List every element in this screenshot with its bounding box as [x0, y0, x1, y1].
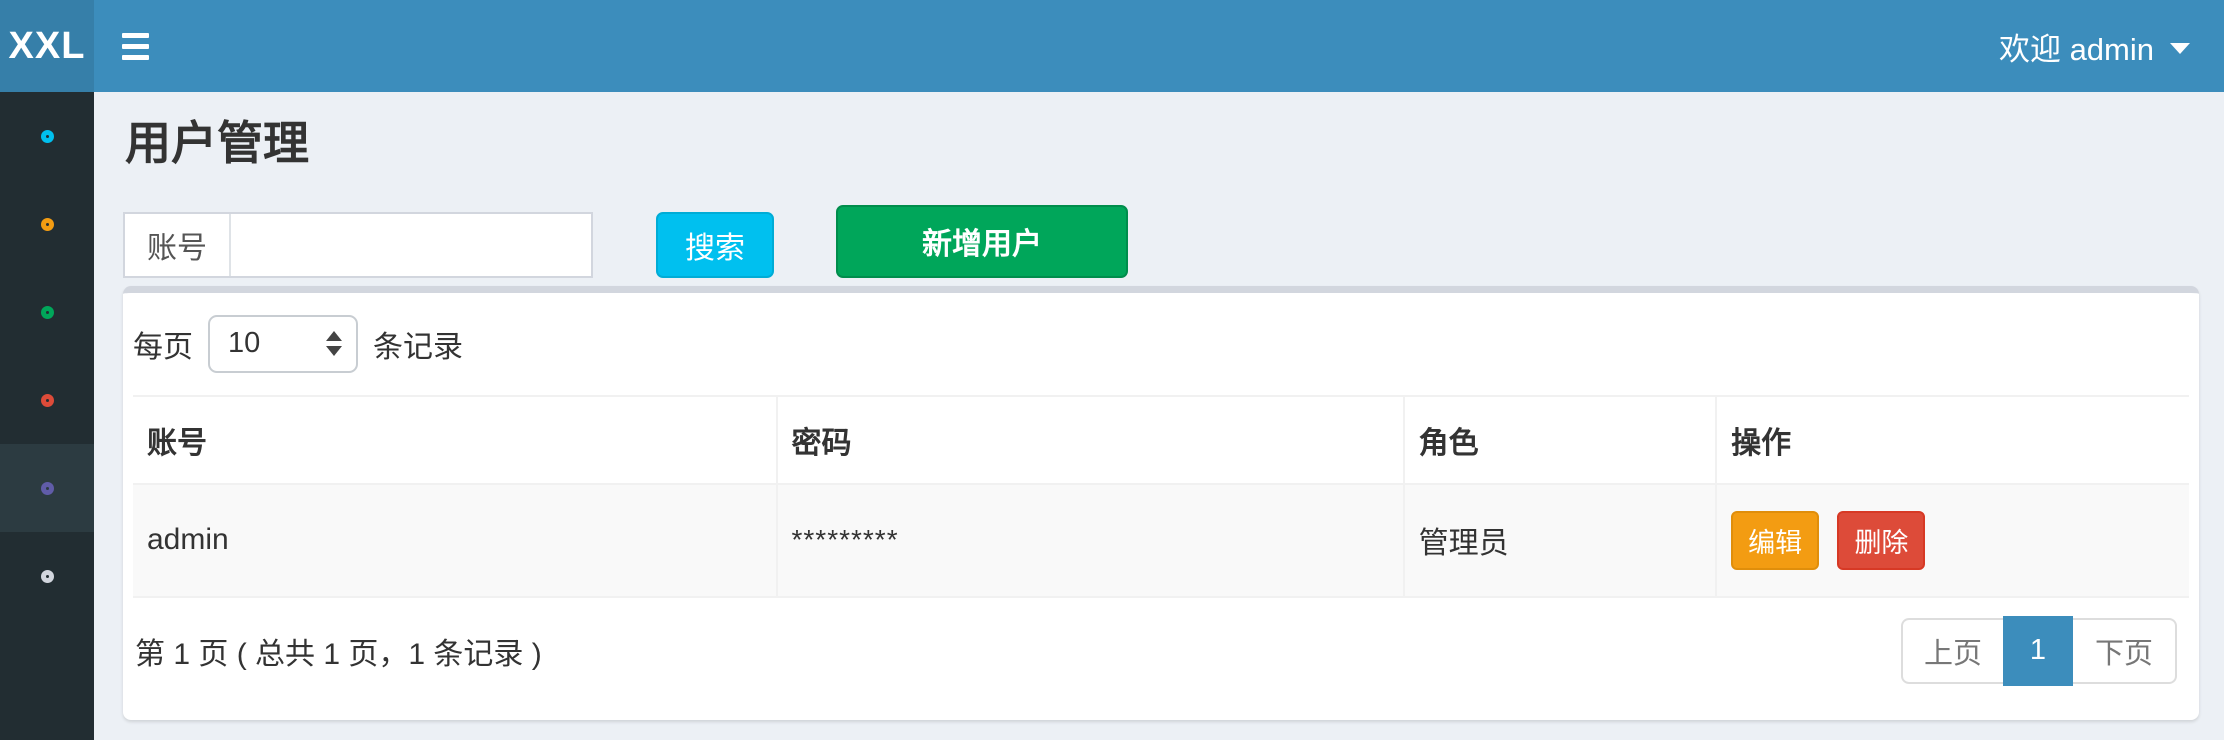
next-page-button[interactable]: 下页	[2073, 618, 2177, 684]
xxl-job-admin-window: XXL 欢迎 admin	[0, 0, 2224, 740]
caret-down-icon	[2170, 43, 2190, 54]
add-user-button[interactable]: 新增用户	[836, 205, 1128, 278]
account-label: 账号	[125, 214, 231, 276]
users-table: 账号 密码 角色 操作 admin ********* 管理员 编辑 删除	[133, 395, 2189, 598]
circle-icon	[41, 482, 54, 495]
data-panel: 每页 10 条记录 账号 密码 角色	[123, 286, 2199, 720]
circle-icon	[41, 306, 54, 319]
table-row: admin ********* 管理员 编辑 删除	[133, 484, 2189, 597]
edit-button[interactable]: 编辑	[1731, 511, 1819, 570]
current-page-button[interactable]: 1	[2003, 616, 2073, 686]
sidebar-item-4[interactable]	[0, 356, 94, 444]
cell-account: admin	[133, 484, 777, 597]
prev-page-button[interactable]: 上页	[1901, 618, 2005, 684]
circle-icon	[41, 570, 54, 583]
account-input-group: 账号	[123, 212, 593, 278]
sidebar-item-6[interactable]	[0, 532, 94, 620]
per-page-suffix-label: 条记录	[373, 322, 463, 366]
column-header-role: 角色	[1404, 396, 1717, 484]
filter-row: 账号 搜索 新增用户	[123, 205, 2199, 278]
user-dropdown[interactable]: 欢迎 admin	[1965, 0, 2224, 92]
table-footer: 第 1 页 ( 总共 1 页，1 条记录 ) 上页 1 下页	[133, 616, 2189, 686]
hamburger-icon	[122, 33, 149, 60]
sidebar-toggle-button[interactable]	[94, 13, 177, 80]
top-header: XXL 欢迎 admin	[0, 0, 2224, 92]
sidebar	[0, 92, 94, 740]
column-header-password: 密码	[777, 396, 1404, 484]
circle-icon	[41, 130, 54, 143]
cell-password: *********	[777, 484, 1404, 597]
search-button[interactable]: 搜索	[656, 212, 774, 278]
page-title: 用户管理	[125, 118, 2199, 169]
delete-button[interactable]: 删除	[1837, 511, 1925, 570]
top-navbar: 欢迎 admin	[94, 0, 2224, 92]
cell-role: 管理员	[1404, 484, 1717, 597]
cell-actions: 编辑 删除	[1716, 484, 2189, 597]
app-logo[interactable]: XXL	[0, 0, 94, 92]
circle-icon	[41, 218, 54, 231]
circle-icon	[41, 394, 54, 407]
sidebar-item-2[interactable]	[0, 180, 94, 268]
select-arrows-icon	[326, 331, 342, 356]
per-page-prefix-label: 每页	[133, 322, 193, 366]
sidebar-item-3[interactable]	[0, 268, 94, 356]
account-input[interactable]	[231, 214, 591, 276]
content-area: 用户管理 账号 搜索 新增用户 每页 10 条记录	[94, 92, 2224, 740]
per-page-value: 10	[228, 327, 260, 360]
column-header-account: 账号	[133, 396, 777, 484]
table-header-row: 账号 密码 角色 操作	[133, 396, 2189, 484]
per-page-control: 每页 10 条记录	[133, 315, 2189, 373]
per-page-select[interactable]: 10	[208, 315, 358, 373]
column-header-actions: 操作	[1716, 396, 2189, 484]
sidebar-item-5[interactable]	[0, 444, 94, 532]
sidebar-item-1[interactable]	[0, 92, 94, 180]
welcome-text: 欢迎 admin	[1999, 24, 2154, 69]
pagination: 上页 1 下页	[1901, 616, 2177, 686]
pagination-info: 第 1 页 ( 总共 1 页，1 条记录 )	[133, 629, 542, 673]
